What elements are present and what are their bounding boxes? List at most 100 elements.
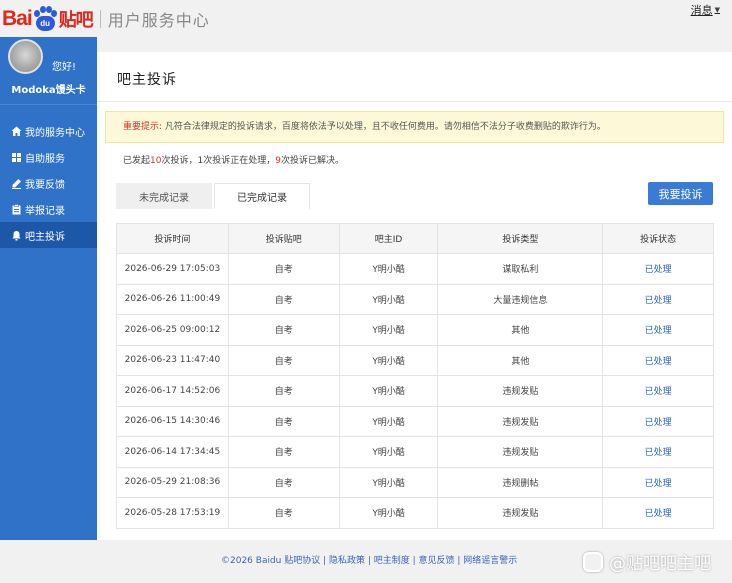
sidebar-item-label: 吧主投诉 xyxy=(25,231,65,243)
cell-time: 2026-06-14 17:34:45 xyxy=(116,436,229,468)
table-row: 2026-06-15 14:30:46 自考 Y明小酷 违规发贴 已处理 xyxy=(116,405,714,437)
logo-tieba-text: 贴吧 xyxy=(58,10,94,31)
complaint-summary: 已发起10次投诉，1次投诉正在处理，9次投诉已解决。 xyxy=(123,153,344,166)
cell-owner-id: Y明小酷 xyxy=(338,253,439,285)
record-tabs: 未完成记录 已完成记录 xyxy=(116,183,310,209)
divider xyxy=(97,101,732,102)
cell-status[interactable]: 已处理 xyxy=(602,466,714,498)
cell-owner-id: Y明小酷 xyxy=(338,314,439,346)
cell-type: 谋取私利 xyxy=(437,253,604,285)
summary-total-count: 10 xyxy=(150,156,162,166)
summary-part3: 次投诉已解决。 xyxy=(280,156,344,166)
cell-forum: 自考 xyxy=(227,497,340,529)
table-row: 2026-06-23 11:47:40 自考 Y明小酷 其他 已处理 xyxy=(116,344,714,376)
sidebar-item-service-center[interactable]: 我的服务中心 xyxy=(0,118,97,144)
cell-status[interactable]: 已处理 xyxy=(602,436,714,468)
cell-forum: 自考 xyxy=(227,283,340,315)
notice-lead: 重要提示: xyxy=(123,122,163,132)
cell-time: 2026-06-17 14:52:06 xyxy=(116,375,229,407)
table-header-row: 投诉时间 投诉贴吧 吧主ID 投诉类型 投诉状态 xyxy=(116,223,714,254)
summary-part1: 已发起 xyxy=(123,156,151,166)
sidebar-item-label: 举报记录 xyxy=(25,205,65,217)
cell-forum: 自考 xyxy=(227,314,340,346)
messages-menu[interactable]: 消息 ▼ xyxy=(691,2,720,18)
megaphone-icon xyxy=(11,230,22,241)
file-complaint-button[interactable]: 我要投诉 xyxy=(648,182,713,205)
table-row: 2026-05-28 17:53:19 自考 Y明小酷 违规发贴 已处理 xyxy=(116,497,714,529)
page-title: 吧主投诉 xyxy=(117,72,177,88)
sidebar-item-self-service[interactable]: 自助服务 xyxy=(0,144,97,170)
cell-owner-id: Y明小酷 xyxy=(338,375,439,407)
cell-type: 违规发贴 xyxy=(437,405,604,437)
watermark-text: @贴吧吧主吧 xyxy=(609,554,711,574)
cell-forum: 自考 xyxy=(227,253,340,285)
cell-type: 其他 xyxy=(437,344,604,376)
sidebar: 您好! Modoka馒头卡 我的服务中心 自助服务 我要反馈 举报记录 吧主投诉 xyxy=(0,37,97,540)
top-header: Bai du 贴吧 用户服务中心 消息 ▼ xyxy=(0,0,732,52)
important-notice: 重要提示: 凡符合法律规定的投诉请求，百度将依法予以处理，且不收任何费用。请勿相… xyxy=(105,111,724,143)
logo-divider xyxy=(99,10,101,28)
site-title: 用户服务中心 xyxy=(107,11,210,30)
cell-forum: 自考 xyxy=(227,436,340,468)
cell-time: 2026-06-23 11:47:40 xyxy=(116,344,229,376)
cell-status[interactable]: 已处理 xyxy=(602,283,714,315)
cell-time: 2026-05-28 17:53:19 xyxy=(116,497,229,529)
sidebar-item-label: 自助服务 xyxy=(25,153,65,165)
cell-status[interactable]: 已处理 xyxy=(602,253,714,285)
footer-links[interactable]: ©2026 Baidu 贴吧协议 | 隐私政策 | 吧主制度 | 意见反馈 | … xyxy=(221,553,517,566)
sidebar-item-label: 我要反馈 xyxy=(25,179,65,191)
tab-incomplete-records[interactable]: 未完成记录 xyxy=(116,183,212,209)
sidebar-nav: 我的服务中心 自助服务 我要反馈 举报记录 吧主投诉 xyxy=(0,118,97,248)
cell-forum: 自考 xyxy=(227,344,340,376)
cell-status[interactable]: 已处理 xyxy=(602,375,714,407)
table-row: 2026-06-29 17:05:03 自考 Y明小酷 谋取私利 已处理 xyxy=(116,253,714,285)
cell-owner-id: Y明小酷 xyxy=(338,283,439,315)
home-icon xyxy=(11,126,22,137)
sidebar-item-report-records[interactable]: 举报记录 xyxy=(0,196,97,222)
user-box: 您好! Modoka馒头卡 xyxy=(0,37,97,105)
table-row: 2026-06-17 14:52:06 自考 Y明小酷 违规发贴 已处理 xyxy=(116,375,714,407)
cell-forum: 自考 xyxy=(227,466,340,498)
main-panel: 吧主投诉 重要提示: 凡符合法律规定的投诉请求，百度将依法予以处理，且不收任何费… xyxy=(97,52,732,540)
column-header-status: 投诉状态 xyxy=(602,223,714,254)
sidebar-item-label: 我的服务中心 xyxy=(25,127,85,139)
cell-status[interactable]: 已处理 xyxy=(602,405,714,437)
cell-type: 违规发贴 xyxy=(437,375,604,407)
tab-completed-records[interactable]: 已完成记录 xyxy=(214,183,310,209)
cell-type: 违规删帖 xyxy=(437,466,604,498)
logo-du-text: du xyxy=(35,16,55,31)
cell-status[interactable]: 已处理 xyxy=(602,344,714,376)
greeting: 您好! xyxy=(52,62,77,73)
cell-type: 大量违规信息 xyxy=(437,283,604,315)
cell-type: 其他 xyxy=(437,314,604,346)
table-row: 2026-06-25 09:00:12 自考 Y明小酷 其他 已处理 xyxy=(116,314,714,346)
complaint-table: 投诉时间 投诉贴吧 吧主ID 投诉类型 投诉状态 2026-06-29 17:0… xyxy=(116,223,714,529)
cell-owner-id: Y明小酷 xyxy=(338,436,439,468)
avatar[interactable] xyxy=(8,39,43,74)
table-row: 2026-06-14 17:34:45 自考 Y明小酷 违规发贴 已处理 xyxy=(116,436,714,468)
notice-text: 凡符合法律规定的投诉请求，百度将依法予以处理，且不收任何费用。请勿相信不法分子收… xyxy=(164,122,606,132)
column-header-time: 投诉时间 xyxy=(116,223,229,254)
footer: ©2026 Baidu 贴吧协议 | 隐私政策 | 吧主制度 | 意见反馈 | … xyxy=(0,540,732,583)
cell-status[interactable]: 已处理 xyxy=(602,497,714,529)
messages-label[interactable]: 消息 xyxy=(691,2,713,18)
cell-time: 2026-06-29 17:05:03 xyxy=(116,253,229,285)
cell-type: 违规发贴 xyxy=(437,497,604,529)
cell-time: 2026-06-25 09:00:12 xyxy=(116,314,229,346)
cell-status[interactable]: 已处理 xyxy=(602,314,714,346)
cell-owner-id: Y明小酷 xyxy=(338,405,439,437)
chevron-down-icon: ▼ xyxy=(714,6,720,14)
baidu-tieba-logo[interactable]: Bai du 贴吧 用户服务中心 xyxy=(2,4,210,34)
cell-forum: 自考 xyxy=(227,375,340,407)
clipboard-icon xyxy=(11,203,22,215)
grid-icon xyxy=(11,152,22,163)
username[interactable]: Modoka馒头卡 xyxy=(0,81,97,96)
sidebar-item-feedback[interactable]: 我要反馈 xyxy=(0,170,97,196)
cell-owner-id: Y明小酷 xyxy=(338,344,439,376)
cell-forum: 自考 xyxy=(227,405,340,437)
watermark: @贴吧吧主吧 xyxy=(583,549,711,574)
sidebar-item-owner-complaint[interactable]: 吧主投诉 xyxy=(0,222,97,248)
column-header-forum: 投诉贴吧 xyxy=(227,223,340,254)
table-row: 2026-06-26 11:00:49 自考 Y明小酷 大量违规信息 已处理 xyxy=(116,283,714,315)
cell-type: 违规发贴 xyxy=(437,436,604,468)
